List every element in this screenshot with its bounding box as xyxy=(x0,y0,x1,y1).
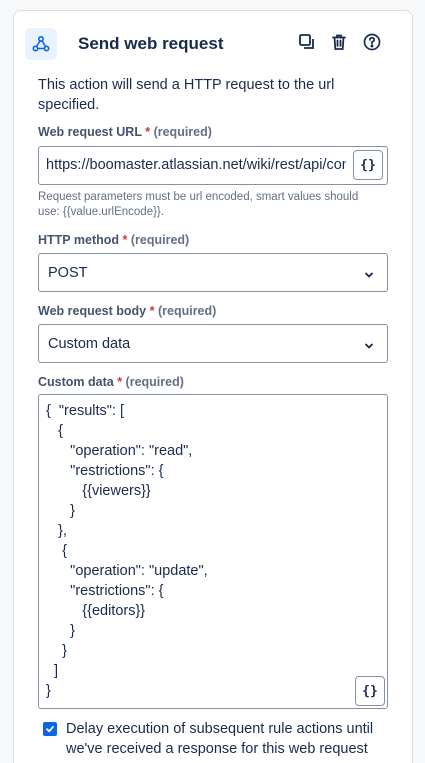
panel-title: Send web request xyxy=(78,34,224,53)
action-description: This action will send a HTTP request to … xyxy=(38,77,335,113)
url-value: https://boomaster.atlassian.net/wiki/res… xyxy=(46,157,346,173)
custom-data-value: { "results": [ { "operation": "read", "r… xyxy=(46,403,208,699)
delay-execution-label: Delay execution of subsequent rule actio… xyxy=(66,721,374,757)
request-body-value: Custom data xyxy=(48,336,131,352)
delay-execution-checkbox[interactable] xyxy=(43,722,57,736)
custom-data-smart-value-button[interactable]: {} xyxy=(355,676,385,706)
body-label: Web request body * (required) xyxy=(38,304,217,318)
delete-button[interactable] xyxy=(327,32,351,56)
chevron-down-icon xyxy=(363,268,375,280)
http-method-value: POST xyxy=(48,265,88,281)
url-helper-text: Request parameters must be url encoded, … xyxy=(38,191,359,218)
trash-icon xyxy=(330,33,348,56)
url-label: Web request URL * (required) xyxy=(38,125,212,139)
url-input[interactable]: https://boomaster.atlassian.net/wiki/res… xyxy=(38,146,388,185)
chevron-down-icon xyxy=(363,339,375,351)
custom-data-label: Custom data * (required) xyxy=(38,375,184,389)
webhook-icon xyxy=(25,28,57,60)
http-method-select[interactable]: POST xyxy=(38,253,388,292)
duplicate-icon xyxy=(298,33,316,56)
help-button[interactable] xyxy=(360,32,384,56)
custom-data-textarea[interactable]: { "results": [ { "operation": "read", "r… xyxy=(38,394,388,709)
help-icon xyxy=(363,33,381,56)
method-label: HTTP method * (required) xyxy=(38,233,190,247)
duplicate-button[interactable] xyxy=(295,32,319,56)
url-smart-value-button[interactable]: {} xyxy=(353,150,383,180)
panel-header: Send web request xyxy=(25,28,390,60)
request-body-select[interactable]: Custom data xyxy=(38,324,388,363)
